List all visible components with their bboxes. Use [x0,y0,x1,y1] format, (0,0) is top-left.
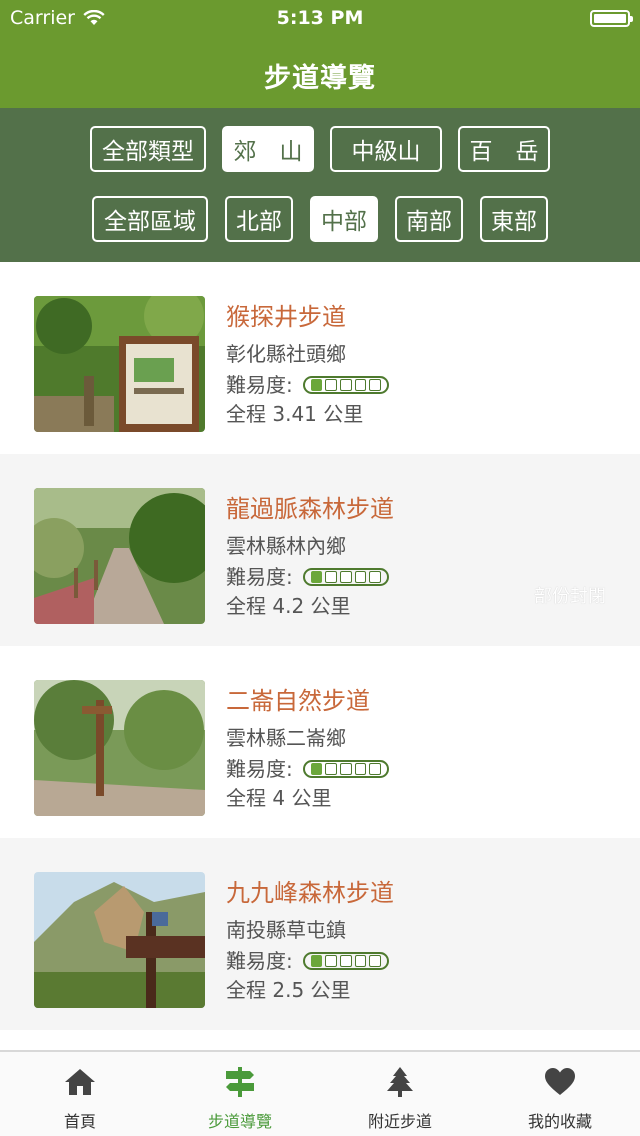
trail-info: 二崙自然步道 雲林縣二崙鄉 難易度: 全程 4 公里 [226,686,389,814]
trail-photo [34,296,205,432]
partial-closure-badge: 部份封閉 [534,586,606,607]
difficulty-label: 難易度: [226,949,293,973]
tab-home-label: 首頁 [63,1112,96,1131]
difficulty-segment [369,571,381,583]
difficulty-segment [325,763,337,775]
difficulty-segment [325,379,337,391]
filter-type-midlevel[interactable]: 中級山 [330,126,442,172]
difficulty-segment [339,571,352,583]
heart-icon [545,1068,575,1095]
filter-panel: 全部類型 郊 山 中級山 百 岳 全部區域 北部 中部 南部 東部 [0,108,640,262]
trail-distance: 全程 4 公里 [226,786,332,810]
tab-nearby-label: 附近步道 [367,1112,432,1131]
trail-difficulty: 難易度: [226,562,394,592]
filter-region-all[interactable]: 全部區域 [92,196,208,242]
tab-favorites[interactable]: 我的收藏 [480,1052,640,1136]
difficulty-label: 難易度: [226,757,293,781]
filter-region-north[interactable]: 北部 [225,196,293,242]
filter-region-central[interactable]: 中部 [310,196,378,242]
trail-difficulty: 難易度: [226,370,389,400]
tab-trail-guide[interactable]: 步道導覽 [160,1052,320,1136]
difficulty-segment [325,955,337,967]
filter-type-baiyue[interactable]: 百 岳 [458,126,550,172]
trail-name: 九九峰森林步道 [226,879,394,907]
page-title: 步道導覽 [264,63,376,94]
trail-list: 猴探井步道 彰化縣社頭鄉 難易度: 全程 3.41 公里 龍過脈森林步道 雲林縣… [0,262,640,1030]
type-filter-row: 全部類型 郊 山 中級山 百 岳 [0,126,640,172]
difficulty-segment [354,379,367,391]
trail-item[interactable]: 九九峰森林步道 南投縣草屯鎮 難易度: 全程 2.5 公里 [0,838,640,1030]
difficulty-segment [310,955,323,967]
difficulty-segment [369,763,381,775]
filter-type-all[interactable]: 全部類型 [90,126,206,172]
difficulty-meter [302,952,389,970]
trail-distance: 全程 2.5 公里 [226,978,351,1002]
trail-photo [34,872,205,1008]
trail-distance: 全程 3.41 公里 [226,402,364,426]
trail-location: 彰化縣社頭鄉 [226,342,346,366]
trail-difficulty: 難易度: [226,754,389,784]
difficulty-segment [310,763,323,775]
difficulty-segment [369,955,381,967]
filter-region-east[interactable]: 東部 [480,196,548,242]
trail-item[interactable]: 猴探井步道 彰化縣社頭鄉 難易度: 全程 3.41 公里 [0,262,640,454]
difficulty-label: 難易度: [226,565,293,589]
trail-item[interactable]: 龍過脈森林步道 雲林縣林內鄉 難易度: 全程 4.2 公里 部份封閉 [0,454,640,646]
region-filter-row: 全部區域 北部 中部 南部 東部 [0,196,640,242]
difficulty-segment [354,763,367,775]
filter-region-south[interactable]: 南部 [395,196,463,242]
battery-icon [590,10,633,27]
tab-nearby[interactable]: 附近步道 [320,1052,480,1136]
difficulty-segment [354,955,367,967]
difficulty-meter [302,376,389,394]
difficulty-meter [302,568,389,586]
difficulty-meter [302,760,389,778]
difficulty-segment [339,763,352,775]
status-bar: Carrier 5:13 PM [0,0,640,40]
difficulty-segment [310,379,323,391]
trail-photo [34,488,205,624]
difficulty-segment [325,571,337,583]
trail-location: 雲林縣二崙鄉 [226,726,346,750]
difficulty-segment [354,571,367,583]
tree-icon [387,1067,413,1097]
navigation-header: Carrier 5:13 PM 步道導覽 [0,0,640,108]
difficulty-segment [339,379,352,391]
difficulty-segment [369,379,381,391]
trail-difficulty: 難易度: [226,946,394,976]
difficulty-segment [339,955,352,967]
trail-name: 二崙自然步道 [226,687,370,715]
tab-home[interactable]: 首頁 [0,1052,160,1136]
trail-photo [34,680,205,816]
trail-info: 龍過脈森林步道 雲林縣林內鄉 難易度: 全程 4.2 公里 [226,494,394,622]
difficulty-segment [310,571,323,583]
trail-name: 猴探井步道 [226,303,346,331]
trail-info: 猴探井步道 彰化縣社頭鄉 難易度: 全程 3.41 公里 [226,302,389,430]
tab-bar: 首頁 步道導覽 附近步道 我的收藏 [0,1050,640,1136]
home-icon [65,1069,95,1095]
trail-name: 龍過脈森林步道 [226,495,394,523]
trail-item[interactable]: 二崙自然步道 雲林縣二崙鄉 難易度: 全程 4 公里 [0,646,640,838]
status-time: 5:13 PM [276,7,364,29]
signpost-icon [226,1067,254,1097]
trail-location: 南投縣草屯鎮 [226,918,346,942]
trail-distance: 全程 4.2 公里 [226,594,351,618]
tab-favorites-label: 我的收藏 [527,1112,592,1131]
trail-info: 九九峰森林步道 南投縣草屯鎮 難易度: 全程 2.5 公里 [226,878,394,1006]
difficulty-label: 難易度: [226,373,293,397]
filter-type-suburban[interactable]: 郊 山 [222,126,314,172]
trail-location: 雲林縣林內鄉 [226,534,346,558]
tab-trail-guide-label: 步道導覽 [207,1112,272,1131]
